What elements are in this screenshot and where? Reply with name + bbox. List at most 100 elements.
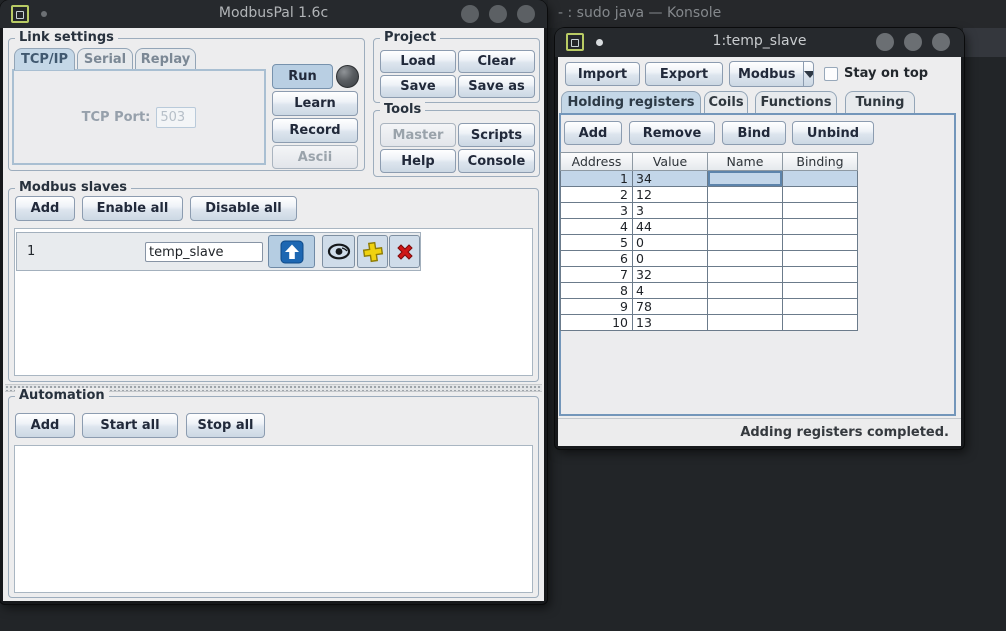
register-unbind-button[interactable]: Unbind: [792, 121, 874, 145]
tab-serial[interactable]: Serial: [77, 48, 133, 70]
maximize-button[interactable]: [489, 5, 507, 23]
cell-address[interactable]: 2: [560, 187, 633, 203]
cell-value[interactable]: 78: [633, 299, 708, 315]
close-button[interactable]: [517, 5, 535, 23]
stop-all-button[interactable]: Stop all: [186, 413, 265, 438]
cell-address[interactable]: 8: [560, 283, 633, 299]
slaves-add-button[interactable]: Add: [15, 196, 75, 221]
cell-value[interactable]: 34: [633, 171, 708, 187]
cell-value[interactable]: 12: [633, 187, 708, 203]
cell-address[interactable]: 10: [560, 315, 633, 331]
table-row[interactable]: 84: [560, 283, 858, 299]
cell-address[interactable]: 5: [560, 235, 633, 251]
tab-replay[interactable]: Replay: [135, 48, 196, 70]
slave-delete-button[interactable]: [389, 235, 420, 268]
cell-address[interactable]: 3: [560, 203, 633, 219]
cell-name[interactable]: [708, 219, 783, 235]
table-row[interactable]: 444: [560, 219, 858, 235]
cell-binding[interactable]: [783, 251, 858, 267]
tab-coils[interactable]: Coils: [704, 91, 748, 113]
close-button[interactable]: [932, 33, 950, 51]
table-row[interactable]: 1013: [560, 315, 858, 331]
cell-address[interactable]: 4: [560, 219, 633, 235]
tab-tuning[interactable]: Tuning: [845, 91, 915, 113]
disable-all-button[interactable]: Disable all: [190, 196, 297, 221]
run-button[interactable]: Run: [272, 64, 333, 89]
save-button[interactable]: Save: [380, 75, 456, 98]
tab-holding-registers[interactable]: Holding registers: [561, 91, 701, 113]
cell-address[interactable]: 9: [560, 299, 633, 315]
cell-value[interactable]: 13: [633, 315, 708, 331]
cell-value[interactable]: 4: [633, 283, 708, 299]
stay-on-top-checkbox[interactable]: [824, 67, 838, 81]
console-button[interactable]: Console: [458, 149, 535, 173]
cell-binding[interactable]: [783, 235, 858, 251]
save-as-button[interactable]: Save as: [458, 75, 535, 98]
table-row[interactable]: 60: [560, 251, 858, 267]
combobox-arrow-button[interactable]: [803, 62, 814, 86]
cell-name[interactable]: [708, 283, 783, 299]
slave-row[interactable]: 1: [16, 232, 421, 271]
import-button[interactable]: Import: [565, 62, 640, 86]
column-header-binding[interactable]: Binding: [783, 152, 858, 171]
column-header-name[interactable]: Name: [708, 152, 783, 171]
master-button[interactable]: Master: [380, 123, 456, 147]
table-row[interactable]: 978: [560, 299, 858, 315]
cell-binding[interactable]: [783, 203, 858, 219]
tab-functions[interactable]: Functions: [755, 91, 837, 113]
table-row[interactable]: 134: [560, 171, 858, 187]
clear-button[interactable]: Clear: [458, 50, 535, 73]
cell-binding[interactable]: [783, 315, 858, 331]
table-row[interactable]: 33: [560, 203, 858, 219]
cell-name[interactable]: [708, 251, 783, 267]
minimize-button[interactable]: [876, 33, 894, 51]
slave-view-button[interactable]: [322, 235, 355, 268]
tcp-port-input[interactable]: [156, 107, 196, 128]
cell-binding[interactable]: [783, 219, 858, 235]
minimize-button[interactable]: [461, 5, 479, 23]
cell-address[interactable]: 1: [560, 171, 633, 187]
cell-value[interactable]: 32: [633, 267, 708, 283]
registers-table-header[interactable]: Address Value Name Binding: [560, 152, 858, 171]
start-all-button[interactable]: Start all: [82, 413, 178, 438]
cell-name[interactable]: [708, 235, 783, 251]
register-bind-button[interactable]: Bind: [722, 121, 786, 145]
load-button[interactable]: Load: [380, 50, 456, 73]
register-add-button[interactable]: Add: [564, 121, 622, 145]
slave-enable-toggle-button[interactable]: [268, 235, 315, 268]
cell-name[interactable]: [708, 171, 783, 187]
scripts-button[interactable]: Scripts: [458, 123, 535, 147]
maximize-button[interactable]: [904, 33, 922, 51]
export-button[interactable]: Export: [645, 62, 723, 86]
cell-name[interactable]: [708, 315, 783, 331]
table-row[interactable]: 50: [560, 235, 858, 251]
slave-name-input[interactable]: [145, 242, 263, 262]
ascii-button[interactable]: Ascii: [272, 145, 358, 169]
cell-address[interactable]: 6: [560, 251, 633, 267]
temp-slave-titlebar[interactable]: 1:temp_slave: [555, 28, 964, 57]
slave-duplicate-button[interactable]: [357, 235, 388, 268]
register-remove-button[interactable]: Remove: [629, 121, 715, 145]
tab-tcpip[interactable]: TCP/IP: [14, 48, 75, 70]
modbuspal-titlebar[interactable]: ModbusPal 1.6c: [0, 0, 547, 28]
enable-all-button[interactable]: Enable all: [82, 196, 183, 221]
cell-binding[interactable]: [783, 299, 858, 315]
column-header-value[interactable]: Value: [633, 152, 708, 171]
protocol-combobox[interactable]: Modbus: [729, 61, 814, 87]
cell-name[interactable]: [708, 267, 783, 283]
table-row[interactable]: 212: [560, 187, 858, 203]
cell-name[interactable]: [708, 299, 783, 315]
record-button[interactable]: Record: [272, 118, 358, 143]
cell-value[interactable]: 0: [633, 251, 708, 267]
cell-binding[interactable]: [783, 187, 858, 203]
cell-name[interactable]: [708, 187, 783, 203]
cell-value[interactable]: 3: [633, 203, 708, 219]
cell-binding[interactable]: [783, 267, 858, 283]
table-row[interactable]: 732: [560, 267, 858, 283]
help-button[interactable]: Help: [380, 149, 456, 173]
cell-address[interactable]: 7: [560, 267, 633, 283]
learn-button[interactable]: Learn: [272, 91, 358, 116]
cell-binding[interactable]: [783, 171, 858, 187]
cell-binding[interactable]: [783, 283, 858, 299]
cell-value[interactable]: 0: [633, 235, 708, 251]
